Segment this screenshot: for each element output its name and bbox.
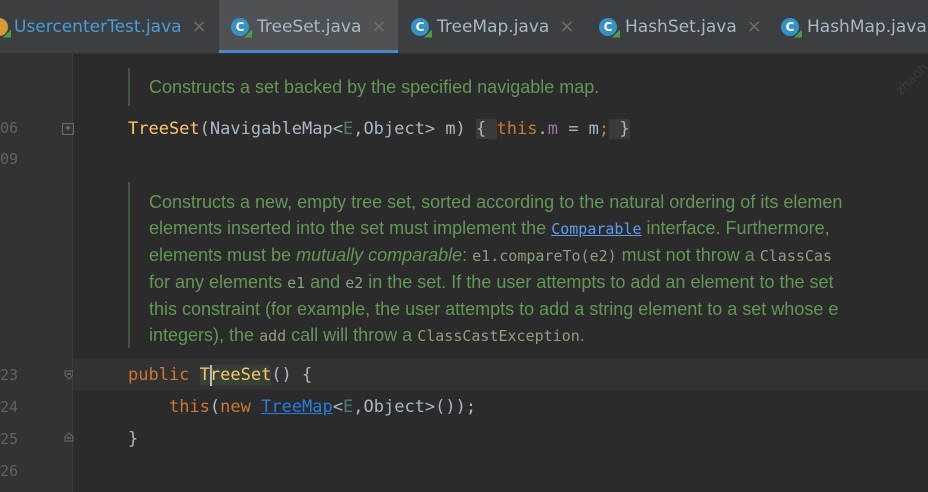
code-token: } xyxy=(609,119,630,139)
code-token: ( xyxy=(209,397,221,417)
code-token: this xyxy=(168,397,210,417)
tab-hashset[interactable]: C HashSet.java × xyxy=(599,0,762,53)
doc-link[interactable]: Comparable xyxy=(551,220,641,238)
line-number: 26 xyxy=(0,462,19,480)
code-line-constructor-default[interactable]: public TreeSet() { xyxy=(128,364,312,386)
line-number: 09 xyxy=(0,150,19,168)
doc-code: e2 xyxy=(345,274,364,292)
doc-code: e1.compareTo(e2) xyxy=(472,247,617,265)
code-line-closing-brace[interactable]: } xyxy=(128,428,138,450)
doc-text: call will throw a xyxy=(286,325,418,345)
code-token: public xyxy=(128,365,200,385)
doc-text: integers), the xyxy=(149,325,260,345)
tab-label: HashSet.java xyxy=(625,16,737,37)
tab-usercentertest[interactable]: UsercenterTest.java × xyxy=(0,0,207,53)
tab-treemap[interactable]: C TreeMap.java × xyxy=(411,0,574,53)
class-icon: C xyxy=(599,17,617,36)
line-number: 25 xyxy=(0,430,19,448)
doc-code: ClassCastException xyxy=(417,327,580,345)
doc-comment-bar xyxy=(128,68,130,106)
code-token: (NavigableMap< xyxy=(199,119,343,139)
doc-code: ClassCas xyxy=(759,247,832,265)
line-number: 23 xyxy=(0,366,19,384)
junit-class-icon xyxy=(0,17,8,36)
doc-text: and xyxy=(305,272,346,292)
doc-comment-bar xyxy=(128,182,130,348)
doc-line: elements inserted into the set must impl… xyxy=(149,215,842,242)
doc-text: elements must be xyxy=(149,245,297,265)
code-token: ,Object> m) xyxy=(353,119,477,139)
doc-text: in the set. If the user attempts to add … xyxy=(363,272,834,292)
tab-label: TreeMap.java xyxy=(437,16,550,37)
gutter-divider xyxy=(72,54,73,492)
watermark: zhaoh xyxy=(893,60,928,99)
code-token: E xyxy=(342,119,354,139)
close-icon[interactable]: × xyxy=(747,16,762,37)
code-token: new xyxy=(220,397,262,417)
line-number: 24 xyxy=(0,398,19,416)
line-number: 06 xyxy=(0,119,19,137)
code-token: TreeSet xyxy=(128,119,200,139)
tab-label: HashMap.java xyxy=(807,16,927,37)
code-token: m xyxy=(547,119,558,139)
rendered-doc-comment: Constructs a new, empty tree set, sorted… xyxy=(149,189,842,349)
close-icon[interactable]: × xyxy=(371,16,386,37)
code-token: } xyxy=(128,429,139,449)
code-link[interactable]: TreeMap xyxy=(261,397,333,417)
tab-hashmap[interactable]: C HashMap.java xyxy=(781,0,927,53)
rendered-doc-comment: Constructs a set backed by the specified… xyxy=(149,74,599,100)
code-line-this-call[interactable]: this(new TreeMap<E,Object>()); xyxy=(128,396,476,418)
tab-treeset[interactable]: C TreeSet.java × xyxy=(219,0,398,53)
active-tab-indicator xyxy=(219,50,398,53)
code-token: { xyxy=(476,119,497,139)
tab-label: UsercenterTest.java xyxy=(14,16,182,37)
class-icon: C xyxy=(231,17,249,36)
code-token: () { xyxy=(271,365,313,385)
doc-emphasis: mutually comparable xyxy=(296,245,463,265)
code-token: ,Object>()); xyxy=(353,397,477,417)
doc-text: . xyxy=(579,325,585,345)
doc-text: for any elements xyxy=(149,272,288,292)
doc-line: for any elements e1 and e2 in the set. I… xyxy=(149,269,842,296)
code-line-constructor-map[interactable]: TreeSet(NavigableMap<E,Object> m) { this… xyxy=(128,118,630,140)
class-icon: C xyxy=(781,17,799,36)
doc-code: e1 xyxy=(287,274,306,292)
fold-expand-icon[interactable]: + xyxy=(62,123,74,135)
code-token: ; xyxy=(598,119,610,139)
doc-line: elements must be mutually comparable: e1… xyxy=(149,242,842,269)
doc-text: : xyxy=(462,245,473,265)
doc-text: must not throw a xyxy=(616,245,760,265)
text-caret xyxy=(210,365,212,386)
doc-text: interface. Furthermore, xyxy=(641,218,830,238)
class-icon: C xyxy=(411,17,429,36)
editor-tab-bar: UsercenterTest.java × C TreeSet.java × C… xyxy=(0,0,928,54)
doc-text: elements inserted into the set must impl… xyxy=(149,218,552,238)
code-token: E xyxy=(343,397,354,417)
close-icon[interactable]: × xyxy=(192,16,207,37)
doc-text: Constructs a set backed by the specified… xyxy=(149,77,600,97)
doc-line: Constructs a new, empty tree set, sorted… xyxy=(149,192,843,212)
doc-line: integers), the add call will throw a Cla… xyxy=(149,322,842,349)
doc-code: add xyxy=(259,327,287,345)
code-token: this xyxy=(496,119,538,139)
code-token: . xyxy=(537,119,548,139)
tab-label: TreeSet.java xyxy=(257,16,362,37)
fold-end-icon[interactable] xyxy=(64,432,74,442)
code-token: = m xyxy=(557,119,599,139)
code-token: < xyxy=(332,397,344,417)
close-icon[interactable]: × xyxy=(559,16,574,37)
doc-line: this constraint (for example, the user a… xyxy=(149,299,839,319)
